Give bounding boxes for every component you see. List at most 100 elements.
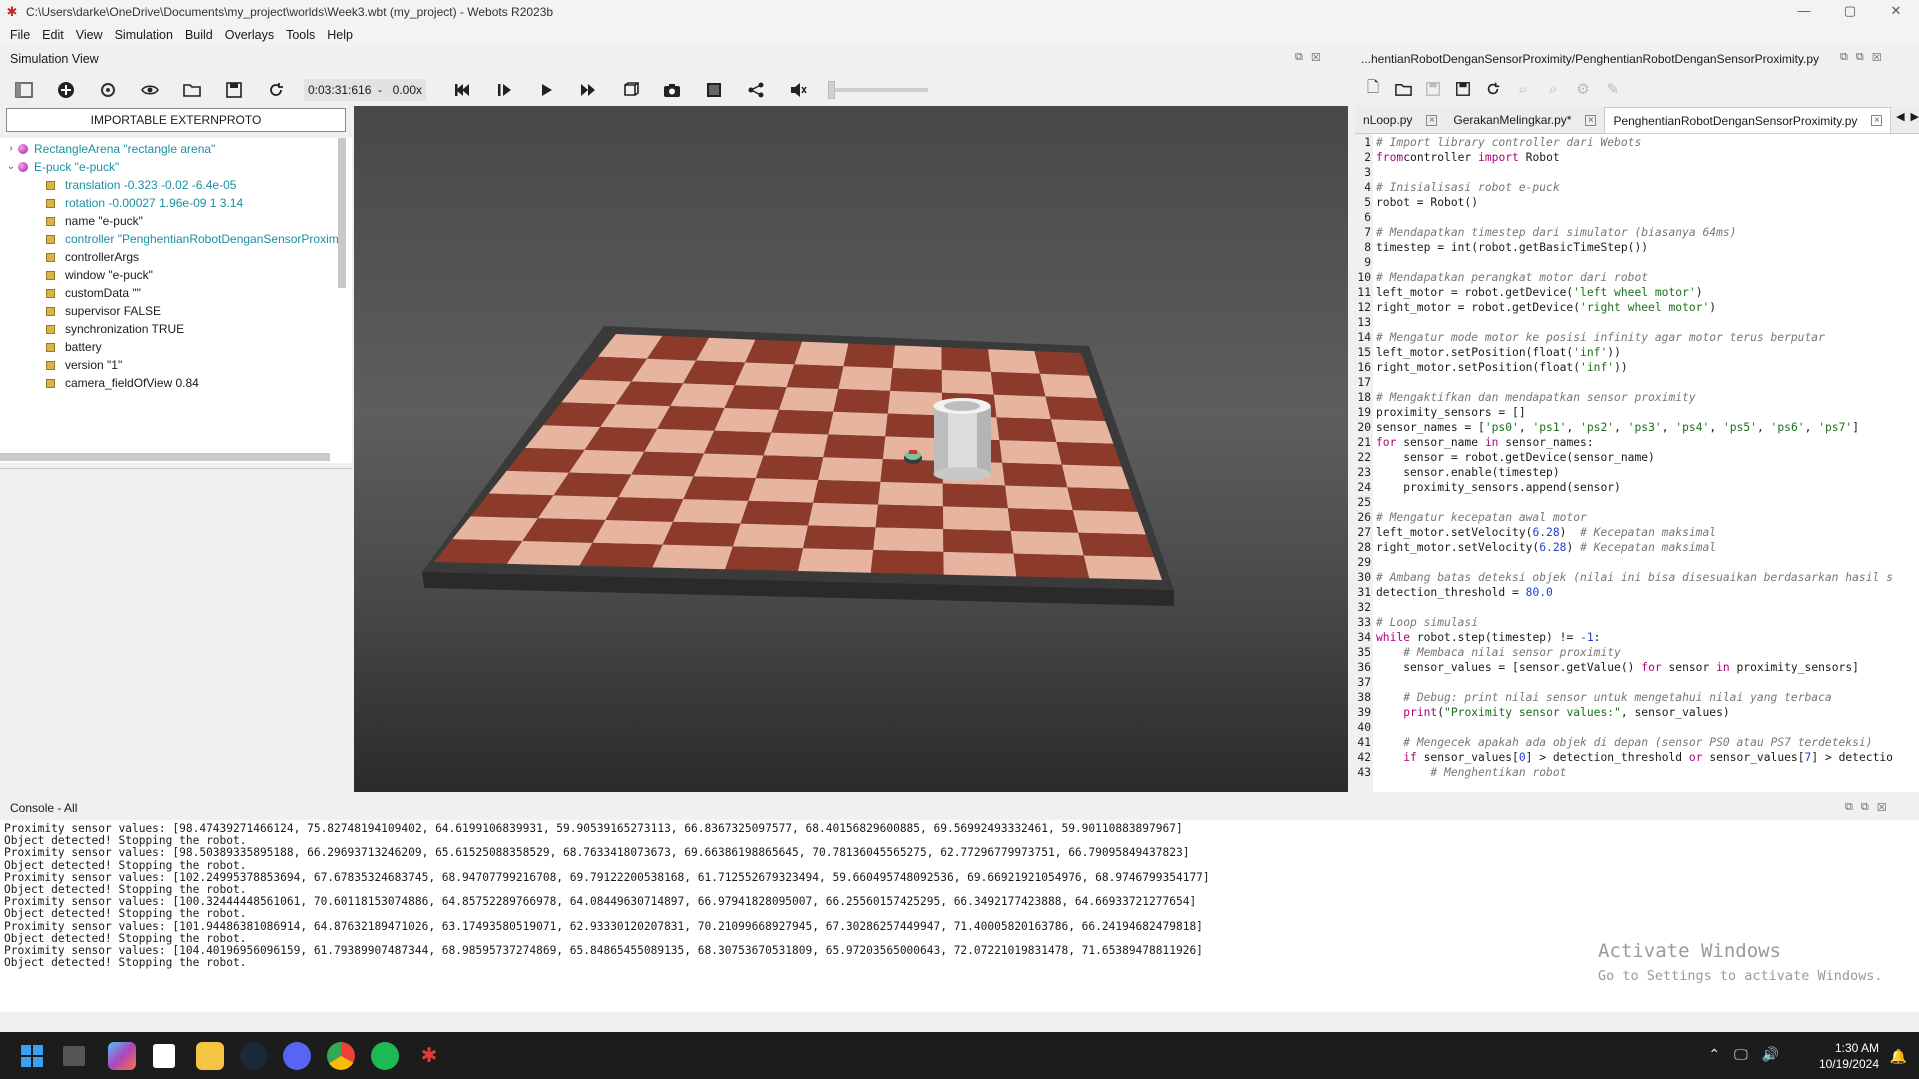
- close-panel-icon[interactable]: ☒: [1311, 51, 1321, 64]
- importable-externproto-button[interactable]: IMPORTABLE EXTERNPROTO: [6, 108, 346, 132]
- notification-bell-icon[interactable]: 🔔: [1890, 1048, 1907, 1065]
- mute-icon[interactable]: [784, 76, 812, 104]
- tree-vertical-scrollbar[interactable]: [338, 138, 346, 288]
- volume-slider-thumb[interactable]: [828, 81, 835, 99]
- tab-gerakan-melingkar[interactable]: GerakanMelingkar.py* ×: [1445, 107, 1604, 133]
- discord-icon[interactable]: [283, 1042, 311, 1070]
- clean-icon[interactable]: ✎: [1601, 77, 1625, 101]
- volume-icon[interactable]: 🔊: [1762, 1046, 1779, 1063]
- tree-field-controllerargs[interactable]: controllerArgs: [46, 248, 139, 266]
- tree-field-camera-fov[interactable]: camera_fieldOfView 0.84: [46, 374, 199, 392]
- cylinder-obstacle[interactable]: [933, 398, 992, 481]
- console-output[interactable]: Proximity sensor values: [98.47439271466…: [0, 820, 1919, 1012]
- save-file-icon[interactable]: [1421, 77, 1445, 101]
- code-text: right_motor.setPosition(float('inf')): [1376, 361, 1628, 374]
- tree-node-epuck[interactable]: ⌄ E-puck "e-puck": [4, 158, 119, 176]
- epuck-robot[interactable]: [904, 450, 922, 464]
- tab-scroll-left-icon[interactable]: ◀: [1896, 110, 1904, 123]
- record-movie-icon[interactable]: [700, 76, 728, 104]
- maximize-panel-icon[interactable]: ⧉: [1856, 51, 1864, 64]
- start-button-icon[interactable]: [18, 1042, 46, 1070]
- tree-horizontal-scrollbar[interactable]: [0, 453, 330, 461]
- save-world-icon[interactable]: [220, 76, 248, 104]
- close-button[interactable]: ✕: [1873, 0, 1919, 24]
- tree-field-version[interactable]: version "1": [46, 356, 122, 374]
- tree-field-window[interactable]: window "e-puck": [46, 266, 153, 284]
- chrome-icon[interactable]: [327, 1042, 355, 1070]
- float-panel-icon[interactable]: ⧉: [1845, 801, 1853, 814]
- volume-slider[interactable]: [828, 81, 928, 99]
- line-number: 15: [1357, 346, 1371, 359]
- tab-loop[interactable]: nLoop.py ×: [1355, 107, 1445, 133]
- chevron-up-icon[interactable]: ⌃: [1708, 1046, 1720, 1063]
- close-panel-icon[interactable]: ☒: [1877, 801, 1887, 814]
- menu-edit[interactable]: Edit: [36, 28, 70, 42]
- step-icon[interactable]: [490, 76, 518, 104]
- revert-file-icon[interactable]: [1481, 77, 1505, 101]
- spotify-icon[interactable]: [371, 1042, 399, 1070]
- line-number: 33: [1357, 616, 1371, 629]
- build-settings-icon[interactable]: ⚙: [1571, 77, 1595, 101]
- close-tab-icon[interactable]: ×: [1871, 115, 1883, 126]
- open-world-icon[interactable]: [178, 76, 206, 104]
- menu-simulation[interactable]: Simulation: [109, 28, 179, 42]
- menu-tools[interactable]: Tools: [280, 28, 321, 42]
- tree-field-translation[interactable]: translation -0.323 -0.02 -6.4e-05: [46, 176, 236, 194]
- tree-field-supervisor[interactable]: supervisor FALSE: [46, 302, 161, 320]
- taskbar-clock[interactable]: 1:30 AM 10/19/2024: [1819, 1040, 1879, 1072]
- tree-field-synchronization[interactable]: synchronization TRUE: [46, 320, 184, 338]
- collapse-arrow-icon[interactable]: ⌄: [4, 158, 18, 176]
- text-editor-header: ...hentianRobotDenganSensorProximity/Pen…: [1355, 46, 1919, 72]
- task-view-icon[interactable]: [63, 1046, 85, 1066]
- reload-world-icon[interactable]: [262, 76, 290, 104]
- reset-simulation-icon[interactable]: [448, 76, 476, 104]
- close-tab-icon[interactable]: ×: [1426, 114, 1438, 126]
- code-text: proximity_sensors.append(sensor): [1376, 481, 1621, 494]
- find-icon[interactable]: ⌕: [1511, 77, 1535, 101]
- share-icon[interactable]: [742, 76, 770, 104]
- menu-view[interactable]: View: [70, 28, 109, 42]
- projection-icon[interactable]: [616, 76, 644, 104]
- tab-scroll-right-icon[interactable]: ▶: [1911, 110, 1919, 123]
- replace-icon[interactable]: ⌕: [1541, 77, 1565, 101]
- close-panel-icon[interactable]: ☒: [1872, 51, 1882, 64]
- menu-file[interactable]: File: [4, 28, 36, 42]
- tab-penghentian-robot[interactable]: PenghentianRobotDenganSensorProximity.py…: [1604, 107, 1892, 133]
- close-tab-icon[interactable]: ×: [1585, 114, 1597, 126]
- notepad-icon[interactable]: [153, 1044, 175, 1068]
- toggle-scene-tree-icon[interactable]: [10, 76, 38, 104]
- 3d-view[interactable]: [354, 106, 1348, 792]
- open-file-icon[interactable]: [1391, 77, 1415, 101]
- play-icon[interactable]: [532, 76, 560, 104]
- menu-build[interactable]: Build: [179, 28, 219, 42]
- eye-icon[interactable]: [136, 76, 164, 104]
- screenshot-icon[interactable]: [658, 76, 686, 104]
- network-icon[interactable]: 🖵: [1734, 1046, 1748, 1063]
- tree-field-rotation[interactable]: rotation -0.00027 1.96e-09 1 3.14: [46, 194, 243, 212]
- file-explorer-icon[interactable]: [196, 1042, 224, 1070]
- reset-viewpoint-icon[interactable]: [94, 76, 122, 104]
- tree-field-controller[interactable]: controller "PenghentianRobotDenganSensor…: [46, 230, 345, 248]
- tree-field-battery[interactable]: battery: [46, 338, 102, 356]
- tree-field-name[interactable]: name "e-puck": [46, 212, 143, 230]
- add-node-icon[interactable]: [52, 76, 80, 104]
- save-all-icon[interactable]: [1451, 77, 1475, 101]
- menu-overlays[interactable]: Overlays: [219, 28, 280, 42]
- tree-node-rectangle-arena[interactable]: › RectangleArena "rectangle arena": [4, 140, 215, 158]
- code-text: sensor_names = ['ps0', 'ps1', 'ps2', 'ps…: [1376, 421, 1860, 434]
- maximize-button[interactable]: ▢: [1827, 0, 1873, 24]
- float-panel-icon[interactable]: ⧉: [1295, 51, 1303, 64]
- steam-icon[interactable]: [240, 1042, 268, 1070]
- maximize-panel-icon[interactable]: ⧉: [1861, 801, 1869, 814]
- code-editor[interactable]: 1 # Import library controller dari Webots…: [1355, 134, 1919, 792]
- minimize-button[interactable]: —: [1781, 0, 1827, 24]
- new-file-icon[interactable]: 🗋: [1361, 77, 1385, 101]
- tab-label: nLoop.py: [1363, 113, 1413, 127]
- expand-arrow-icon[interactable]: ›: [4, 140, 18, 158]
- webots-taskbar-icon[interactable]: ✱: [415, 1042, 443, 1070]
- float-panel-icon[interactable]: ⧉: [1840, 51, 1848, 64]
- fast-forward-icon[interactable]: [574, 76, 602, 104]
- menu-help[interactable]: Help: [321, 28, 359, 42]
- tree-field-customdata[interactable]: customData "": [46, 284, 141, 302]
- copilot-icon[interactable]: [108, 1042, 136, 1070]
